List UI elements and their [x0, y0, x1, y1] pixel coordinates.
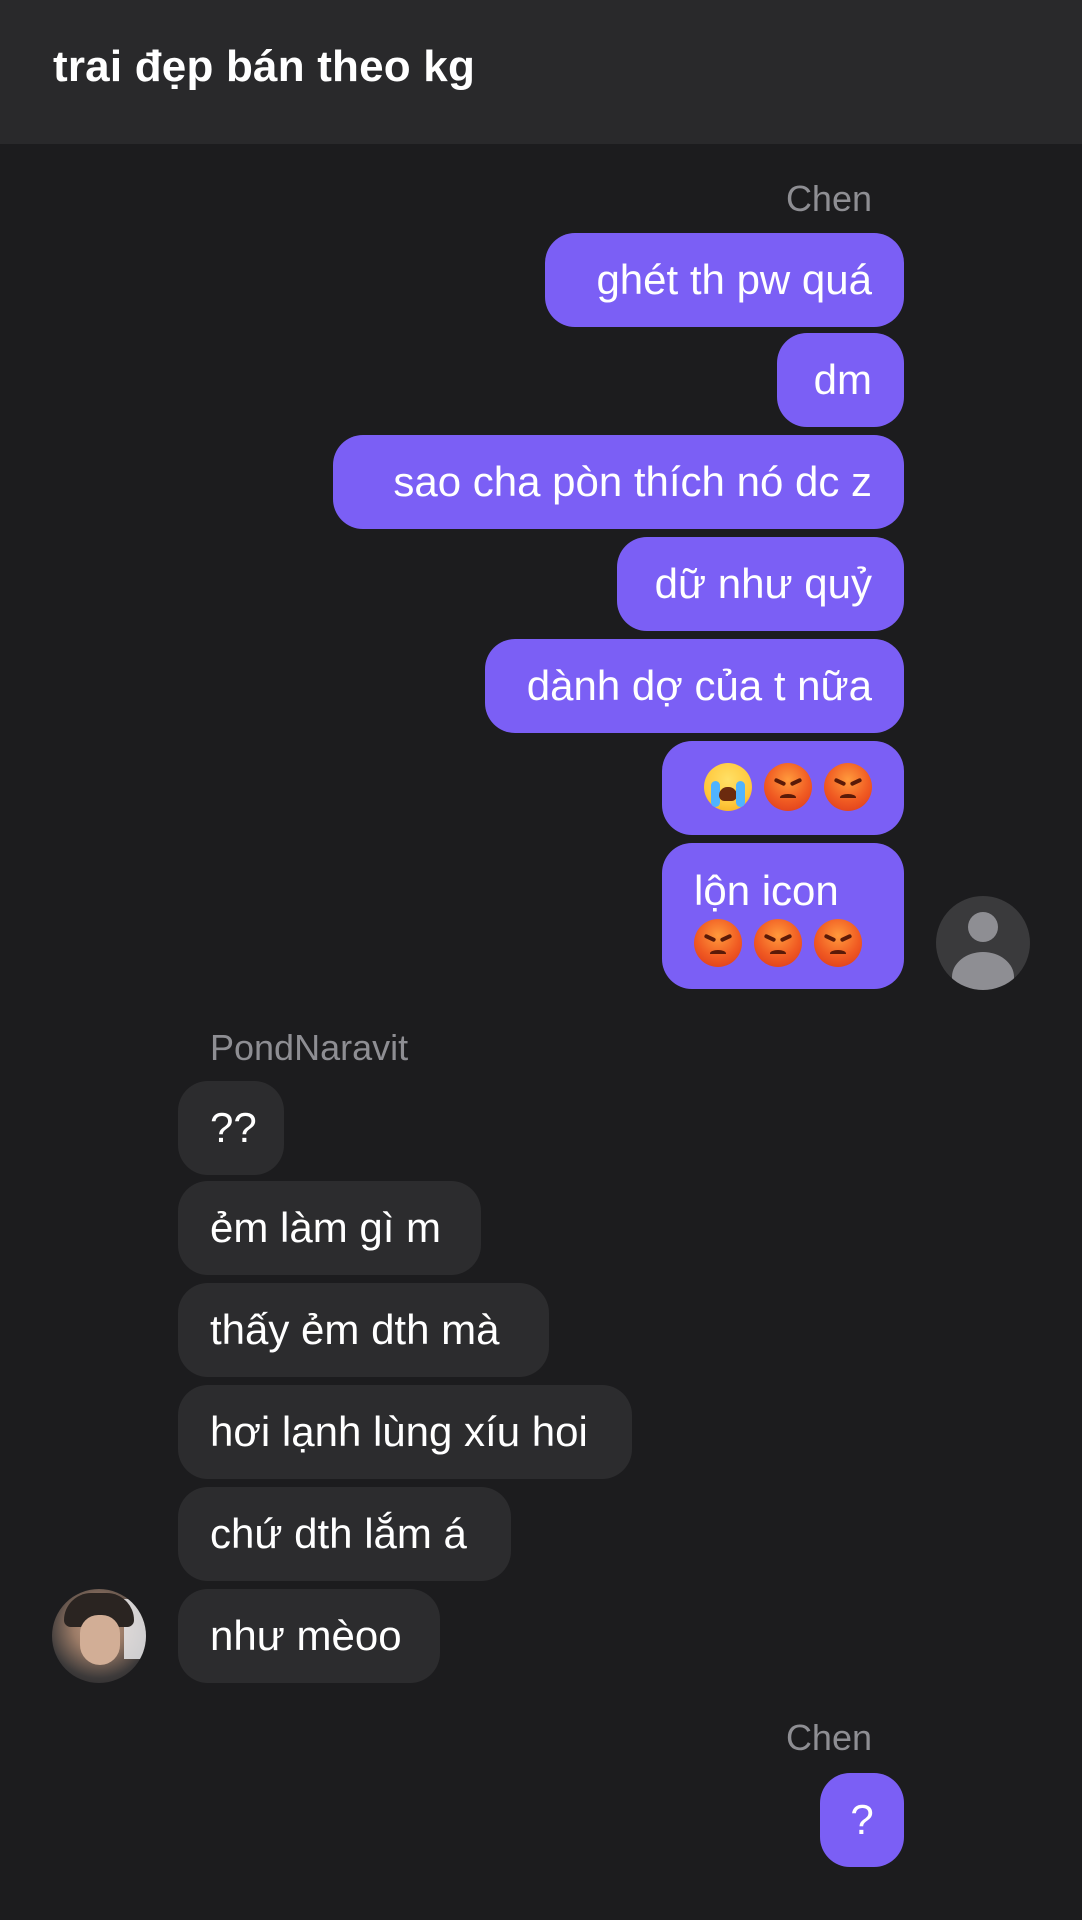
message-bubble[interactable]: chứ dth lắm á: [178, 1487, 511, 1581]
default-user-avatar-icon[interactable]: [936, 896, 1030, 990]
message-bubble[interactable]: ghét th pw quá: [545, 233, 904, 327]
message-bubble[interactable]: ??: [178, 1081, 284, 1175]
pouting-face-icon: [824, 763, 872, 811]
message-bubble[interactable]: như mèoo: [178, 1589, 440, 1683]
pouting-face-icon: [814, 919, 862, 967]
pouting-face-icon: [694, 919, 742, 967]
sender-name-chen: Chen: [785, 1717, 872, 1758]
message-bubble[interactable]: ẻm làm gì m: [178, 1181, 481, 1275]
emoji-message-bubble[interactable]: lộn icon: [662, 843, 904, 989]
chat-title: trai đẹp bán theo kg: [53, 42, 476, 91]
pouting-face-icon: [754, 919, 802, 967]
message-bubble[interactable]: ?: [820, 1773, 904, 1867]
message-text: lộn icon: [694, 867, 839, 914]
message-bubble[interactable]: hơi lạnh lùng xíu hoi: [178, 1385, 632, 1479]
sender-name-chen: Chen: [785, 178, 872, 219]
message-bubble[interactable]: thấy ẻm dth mà: [178, 1283, 549, 1377]
profile-photo-avatar[interactable]: [52, 1589, 146, 1683]
sender-name-pondnaravit: PondNaravit: [210, 1027, 409, 1068]
loudly-crying-face-icon: [704, 763, 752, 811]
message-bubble[interactable]: dm: [777, 333, 904, 427]
emoji-message-bubble[interactable]: [662, 741, 904, 835]
message-bubble[interactable]: dữ như quỷ: [617, 537, 904, 631]
chat-header: trai đẹp bán theo kg: [0, 0, 1082, 144]
message-bubble[interactable]: dành dợ của t nữa: [485, 639, 904, 733]
message-bubble[interactable]: sao cha pòn thích nó dc z: [333, 435, 904, 529]
pouting-face-icon: [764, 763, 812, 811]
